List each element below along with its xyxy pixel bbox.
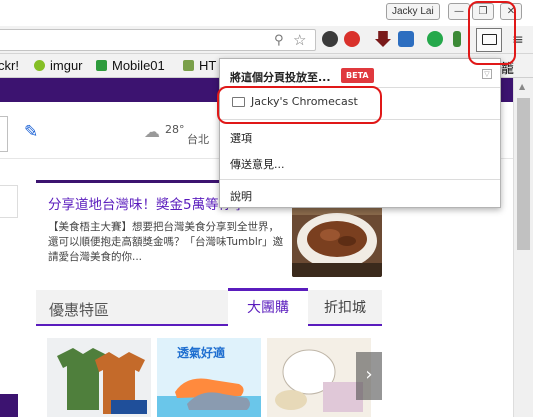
promo-title[interactable]: 分享道地台灣味！獎金5萬等你拿 [48,193,246,213]
beta-badge: BETA [341,68,374,83]
deals-title: 優惠特區 [49,301,110,319]
menu-item-label: 選項 [230,132,252,145]
carousel-next-button[interactable]: › [356,352,382,400]
pencil-icon[interactable]: ✎ [24,122,38,142]
page-scrollbar[interactable]: ▲ [513,78,533,417]
menu-item-label: 傳送意見... [230,158,285,171]
menu-item-help[interactable]: 說明 [220,183,500,209]
search-box-edge[interactable] [0,116,8,152]
minimize-button[interactable]: — [448,3,470,20]
omnibox[interactable]: ⚲ ☆ [0,29,316,51]
highlight-device [217,86,382,124]
menu-item-feedback[interactable]: 傳送意見... [220,151,500,177]
highlight-cast-button [468,1,516,65]
bookmark-imgur[interactable]: imgur [34,58,83,73]
promo-description: 【美食梧主大賽】想要把台灣美食分享到全世界，還可以順便抱走高額獎金嗎？「台灣味T… [48,221,284,263]
menu-item-options[interactable]: 選項 [220,125,500,151]
product-shirts[interactable] [47,338,151,417]
collapse-icon[interactable]: ▽ [482,69,492,79]
window-titlebar: Jacky Lai — ❐ ✕ [0,0,533,26]
bookmark-label: HT [199,58,217,73]
deals-section: 優惠特區 大團購 折扣城 透氣好適 › [36,288,382,417]
mobile01-icon [96,60,107,71]
tab-outlet[interactable]: 折扣城 [308,290,382,324]
imgur-icon [34,60,45,71]
ht-icon [183,60,194,71]
scroll-thumb[interactable] [517,98,530,250]
extension-red-icon[interactable] [344,31,360,47]
bookmark-ht[interactable]: HT [183,58,216,73]
scroll-up-icon[interactable]: ▲ [519,82,525,91]
side-panel-edge [0,185,18,218]
weather-icon: ☁ [144,122,160,141]
profile-name-button[interactable]: Jacky Lai [386,3,440,20]
product-sneakers[interactable]: 透氣好適 [157,338,261,417]
bookmark-label: ckr! [0,58,19,73]
browser-toolbar: ⚲ ☆ ≡ [0,26,533,54]
temperature: 28° [165,123,185,136]
extension-green-icon[interactable] [427,31,443,47]
bookmark-mobile01[interactable]: Mobile01 [96,58,165,73]
menu-divider [220,179,500,180]
bookmark-flickr[interactable]: ckr! [0,58,19,73]
bookmark-label: Mobile01 [112,58,165,73]
download-icon[interactable] [375,31,391,47]
translate-icon[interactable] [398,31,414,47]
extension-dark-icon[interactable] [322,31,338,47]
side-panel-block [0,394,18,417]
product-text: 透氣好適 [177,346,226,360]
cast-menu-title: 將這個分頁投放至... [230,71,331,84]
bookmark-star-icon[interactable]: ☆ [293,31,306,49]
cast-menu: 將這個分頁投放至... BETA ▽ Jacky's Chromecast 選項… [219,58,501,208]
bookmark-label: imgur [50,58,83,73]
zoom-icon[interactable]: ⚲ [274,33,284,48]
tab-group-buy[interactable]: 大團購 [228,288,308,326]
menu-item-label: 說明 [230,190,252,203]
extension-bar-icon[interactable] [453,31,461,47]
city-name[interactable]: 台北 [187,131,209,147]
